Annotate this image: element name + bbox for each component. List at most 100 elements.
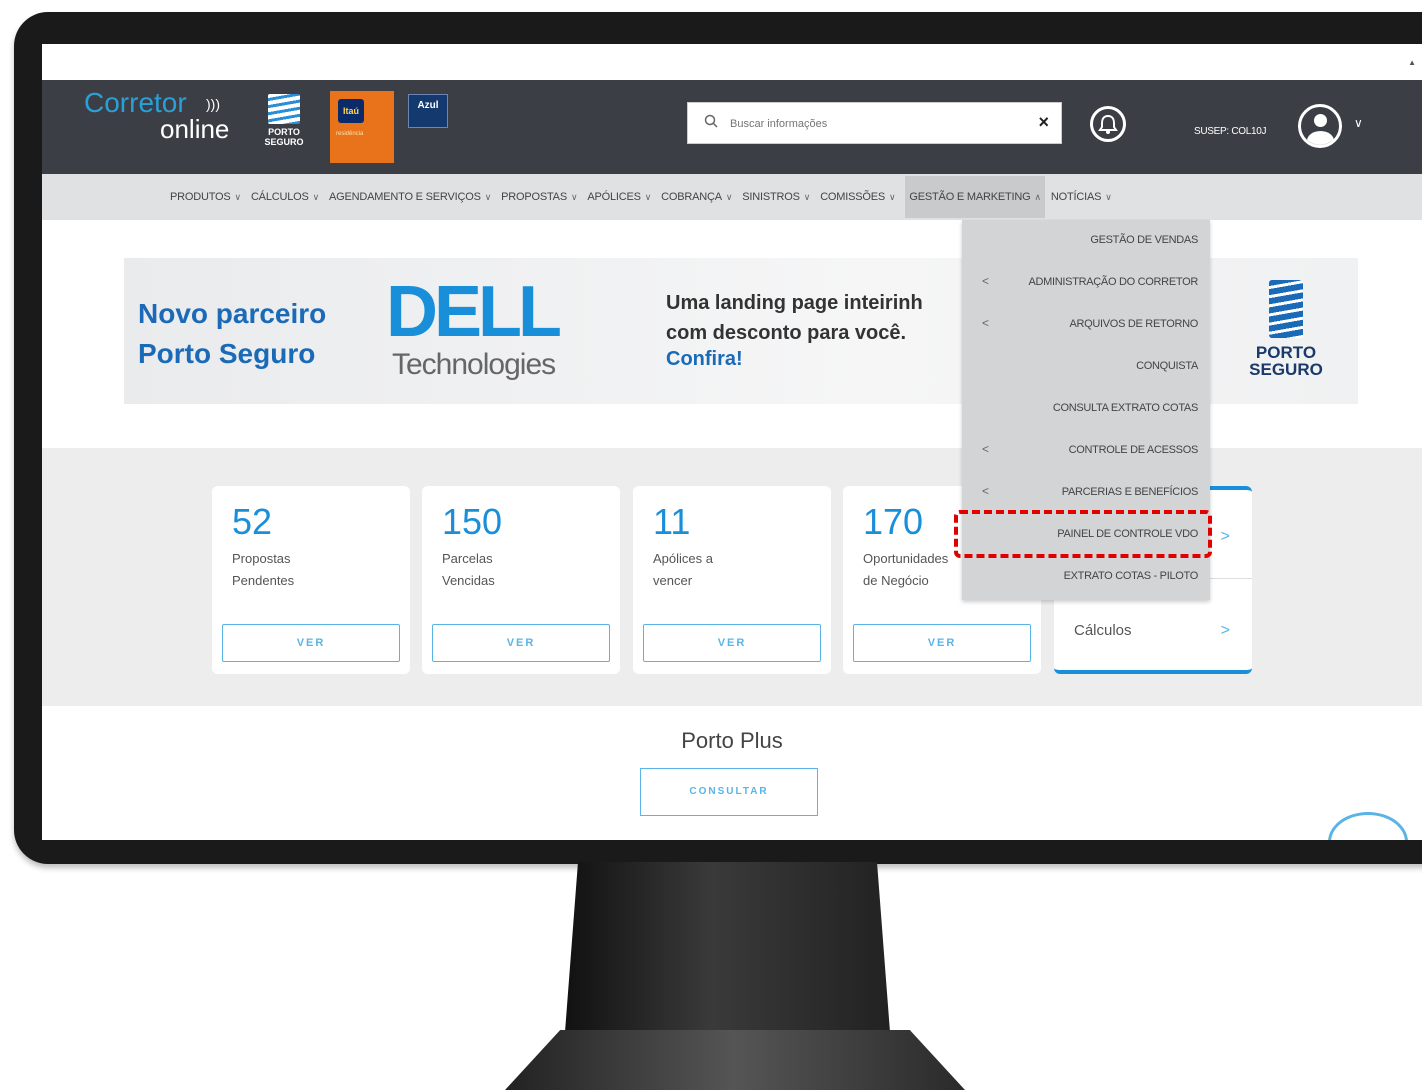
banner-headline: Novo parceiro Porto Seguro	[138, 294, 326, 374]
chevron-up-icon: ∧	[1034, 192, 1042, 202]
logo-online[interactable]: online	[160, 116, 229, 142]
main-nav-menu: PRODUTOS ∨ CÁLCULOS ∨ AGENDAMENTO E SERVIÇ…	[170, 174, 1122, 220]
nav-item-propostas[interactable]: PROPOSTAS ∨	[501, 191, 577, 203]
card-label-line1: Propostas	[232, 551, 291, 566]
main-nav: PRODUTOS ∨ CÁLCULOS ∨ AGENDAMENTO E SERVIÇ…	[42, 174, 1422, 220]
chevron-left-icon: <	[982, 442, 990, 456]
notification-bell-icon[interactable]	[1090, 106, 1126, 142]
porto-plus-title: Porto Plus	[681, 728, 783, 753]
nav-item-calculos[interactable]: CÁLCULOS ∨	[251, 191, 319, 203]
banner-headline-line1: Novo parceiro	[138, 298, 327, 329]
browser-top-strip: ▲	[42, 44, 1422, 80]
susep-code: SUSEP: COL10J	[1194, 126, 1267, 137]
banner-description-line2: com desconto para você.	[666, 322, 907, 344]
banner-description-line1: Uma landing page inteirinh	[666, 292, 923, 314]
chevron-left-icon: <	[982, 274, 990, 288]
ver-button[interactable]: VER	[432, 624, 610, 662]
logo-corretor[interactable]: Corretor	[84, 89, 187, 117]
azul-logo-text: Azul	[417, 100, 439, 111]
nav-label: NOTÍCIAS	[1050, 191, 1102, 203]
summary-cards-area: 52 Propostas Pendentes VER 150 Parcelas Ve…	[42, 448, 1422, 706]
chevron-down-icon: ∨	[803, 192, 811, 202]
dropdown-item-label: CONSULTA EXTRATO COTAS	[1052, 402, 1198, 414]
search-icon	[704, 114, 718, 128]
chevron-down-icon: ∨	[644, 192, 652, 202]
nav-item-apolices[interactable]: APÓLICES ∨	[587, 191, 651, 203]
card-label-line2: Pendentes	[232, 573, 295, 588]
itau-logo-subtext: residência	[336, 131, 364, 137]
nav-item-agendamento[interactable]: AGENDAMENTO E SERVIÇOS ∨	[329, 191, 491, 203]
banner-porto-line2: SEGURO	[1249, 360, 1323, 379]
nav-item-noticias[interactable]: NOTÍCIAS ∨	[1051, 191, 1112, 203]
banner-porto-seguro-logo: PORTO SEGURO	[1246, 280, 1326, 378]
nav-item-comissoes[interactable]: COMISSÕES ∨	[820, 191, 895, 203]
summary-card-propostas: 52 Propostas Pendentes VER	[212, 486, 410, 674]
dropdown-item-administracao-corretor[interactable]: < ADMINISTRAÇÃO DO CORRETOR	[962, 262, 1210, 304]
chevron-down-icon: ∨	[725, 192, 733, 202]
itau-logo-text: Itaú	[338, 99, 364, 123]
porto-seguro-logo[interactable]: PORTO SEGURO	[260, 94, 308, 162]
ver-button[interactable]: VER	[643, 624, 821, 662]
banner-porto-line1: PORTO	[1255, 343, 1317, 362]
chevron-down-icon: ∨	[234, 192, 242, 202]
chevron-down-icon: ∨	[312, 192, 320, 202]
ver-button[interactable]: VER	[222, 624, 400, 662]
dropdown-item-conquista[interactable]: CONQUISTA	[962, 346, 1210, 388]
nav-label: COMISSÕES	[820, 191, 886, 203]
dell-technologies-text: Technologies	[392, 348, 556, 381]
dropdown-item-label: GESTÃO DE VENDAS	[1090, 234, 1198, 246]
card-count: 11	[653, 501, 691, 542]
chevron-down-icon[interactable]: ∨	[1354, 116, 1363, 130]
chevron-right-icon[interactable]: >	[1221, 528, 1230, 546]
consultar-button[interactable]: CONSULTAR	[640, 768, 818, 816]
card-label: Parcelas Vencidas	[442, 548, 592, 592]
dropdown-item-consulta-extrato-cotas[interactable]: CONSULTA EXTRATO COTAS	[962, 388, 1210, 430]
itau-logo[interactable]: Itaú residência	[330, 91, 394, 163]
dell-logo: DELL	[386, 272, 562, 352]
porto-seguro-mark-icon	[1269, 280, 1303, 338]
dropdown-item-label: CONQUISTA	[1136, 360, 1198, 372]
dropdown-item-label: ARQUIVOS DE RETORNO	[1069, 318, 1198, 330]
quick-link-calculos[interactable]: Cálculos	[1074, 622, 1132, 639]
user-avatar-icon[interactable]	[1298, 104, 1342, 148]
wifi-icon: )))	[206, 96, 220, 112]
chevron-right-icon[interactable]: >	[1221, 622, 1230, 640]
chat-icon[interactable]	[1328, 812, 1408, 840]
nav-label: CÁLCULOS	[250, 191, 309, 203]
nav-item-sinistros[interactable]: SINISTROS ∨	[742, 191, 810, 203]
nav-label: APÓLICES	[587, 191, 641, 203]
nav-label: AGENDAMENTO E SERVIÇOS	[329, 191, 481, 203]
search-input[interactable]	[728, 112, 1012, 136]
clear-search-icon[interactable]: ×	[1038, 112, 1049, 132]
card-label-line2: vencer	[653, 573, 693, 588]
dropdown-item-extrato-cotas-piloto[interactable]: EXTRATO COTAS - PILOTO	[962, 556, 1210, 598]
highlight-box	[954, 510, 1212, 558]
summary-card-apolices: 11 Apólices a vencer VER	[633, 486, 831, 674]
dropdown-item-label: CONTROLE DE ACESSOS	[1068, 444, 1199, 456]
dropdown-item-parcerias-beneficios[interactable]: < PARCERIAS E BENEFÍCIOS	[962, 472, 1210, 514]
card-label-line1: Parcelas	[442, 551, 493, 566]
dropdown-item-arquivos-retorno[interactable]: < ARQUIVOS DE RETORNO	[962, 304, 1210, 346]
ver-button[interactable]: VER	[853, 624, 1031, 662]
card-label: Propostas Pendentes	[232, 548, 382, 592]
nav-label: SINISTROS	[742, 191, 800, 203]
chevron-down-icon: ∨	[1105, 192, 1112, 202]
nav-item-gestao-marketing[interactable]: GESTÃO E MARKETING ∧	[905, 176, 1045, 218]
dropdown-item-label: ADMINISTRAÇÃO DO CORRETOR	[1028, 276, 1198, 288]
chevron-left-icon: <	[982, 316, 990, 330]
summary-card-parcelas: 150 Parcelas Vencidas VER	[422, 486, 620, 674]
card-label: Apólices a vencer	[653, 548, 803, 592]
search-box: ×	[687, 102, 1062, 144]
scroll-up-arrow-icon[interactable]: ▲	[1408, 58, 1416, 67]
dropdown-item-label: PARCERIAS E BENEFÍCIOS	[1061, 486, 1199, 498]
nav-item-cobranca[interactable]: COBRANÇA ∨	[661, 191, 732, 203]
banner-description: Uma landing page inteirinh com desconto …	[666, 288, 923, 348]
azul-logo[interactable]: Azul	[408, 94, 448, 128]
nav-label: COBRANÇA	[661, 191, 722, 203]
dropdown-item-gestao-vendas[interactable]: GESTÃO DE VENDAS	[962, 220, 1210, 262]
nav-label: PRODUTOS	[170, 191, 231, 203]
dropdown-item-controle-acessos[interactable]: < CONTROLE DE ACESSOS	[962, 430, 1210, 472]
card-label-line2: Vencidas	[442, 573, 495, 588]
nav-item-produtos[interactable]: PRODUTOS ∨	[170, 191, 241, 203]
banner-cta-link[interactable]: Confira!	[666, 348, 743, 371]
